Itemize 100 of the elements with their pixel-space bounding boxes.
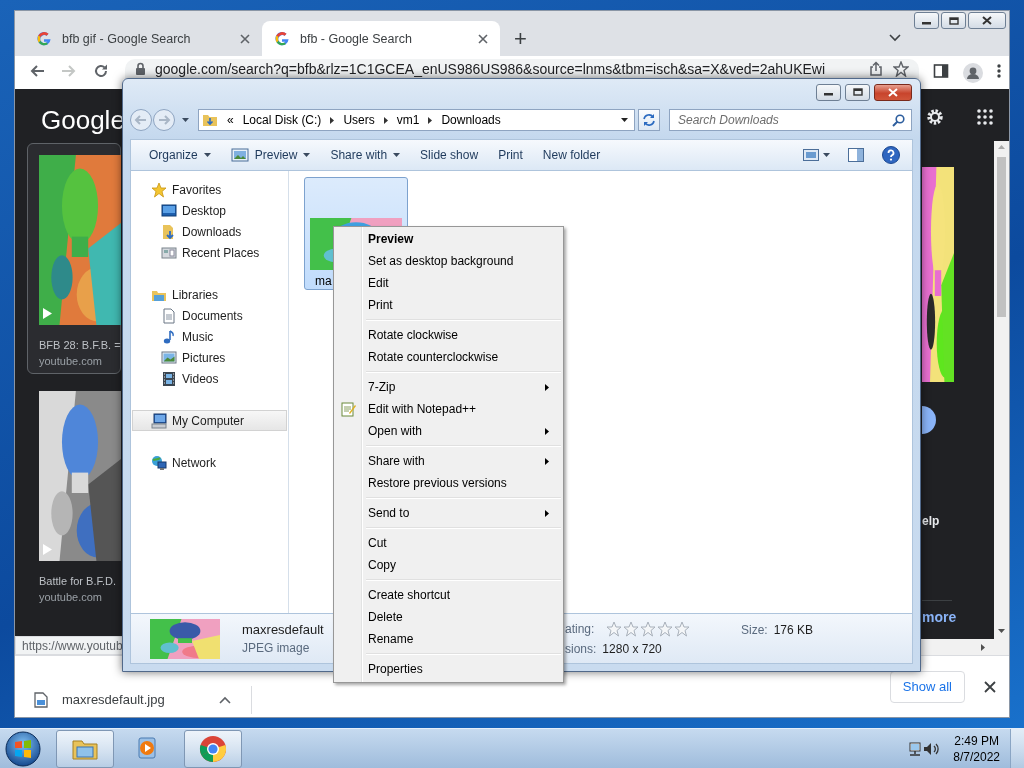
result-card[interactable]: BFB 28: B.F.B. = youtube.com [27,143,121,374]
network-icon[interactable] [907,740,924,757]
settings-icon[interactable] [926,108,944,126]
toolbar-button[interactable]: Share with [320,142,411,168]
help-icon[interactable] [882,146,900,164]
minimize-button[interactable] [816,83,841,101]
nav-item[interactable]: Pictures [132,347,287,368]
scrollbar[interactable] [994,141,1009,639]
menu-item[interactable]: Edit [336,272,561,294]
clock-date[interactable]: 8/7/2022 [953,748,1000,765]
nav-item[interactable]: Recent Places [132,242,287,263]
browser-tab[interactable]: bfb gif - Google Search [24,21,262,56]
star-icon[interactable] [893,61,909,77]
chevron-right-icon[interactable] [330,116,335,124]
star-icon[interactable] [674,620,691,637]
search-icon[interactable] [892,114,905,127]
chevron-right-icon[interactable] [428,116,433,124]
nav-item[interactable]: Favorites [132,179,287,200]
menu-item[interactable]: Share with [336,450,561,472]
start-button[interactable] [5,730,41,767]
star-icon[interactable] [623,620,640,637]
scrollbar-thumb[interactable] [997,157,1006,317]
apps-grid-icon[interactable] [977,109,993,125]
dropdown-icon[interactable] [621,118,628,122]
result-source: youtube.com [39,355,103,367]
star-icon[interactable] [606,620,623,637]
chevron-right-icon[interactable] [383,116,388,124]
toolbar-button[interactable]: Organize [139,142,221,168]
menu-item[interactable]: Create shortcut [336,584,561,606]
back-icon[interactable] [29,63,45,79]
refresh-button[interactable] [638,109,660,131]
menu-item[interactable]: Copy [336,554,561,576]
menu-item[interactable]: Cut [336,532,561,554]
scroll-right-icon[interactable] [981,643,985,651]
nav-item[interactable]: Music [132,326,287,347]
reload-icon[interactable] [93,63,109,79]
profile-icon[interactable] [963,63,983,83]
new-tab-button[interactable]: + [510,26,531,52]
nav-item[interactable]: My Computer [132,410,287,431]
maximize-button[interactable] [845,83,870,101]
chevron-down-icon[interactable] [889,34,901,42]
preview-pane-icon[interactable] [848,148,864,162]
caret-icon[interactable] [823,153,830,157]
toolbar-button[interactable]: Preview [220,142,321,168]
lock-icon [135,62,146,76]
close-icon[interactable] [238,31,252,46]
menu-item[interactable]: Rotate clockwise [336,324,561,346]
menu-item[interactable]: Rename [336,628,561,650]
download-item[interactable]: maxresdefault.jpg [34,685,252,714]
menu-item[interactable]: Send to [336,502,561,524]
nav-item[interactable]: Videos [132,368,287,389]
minimize-button[interactable] [914,12,939,29]
breadcrumb-item[interactable]: vm1 [396,113,420,127]
address-bar[interactable]: « Local Disk (C:) Users vm1 Downloads [198,109,635,131]
taskbar-button[interactable] [56,729,114,768]
menu-item[interactable]: Open with [336,420,561,442]
star-icon[interactable] [640,620,657,637]
close-button[interactable] [968,12,1006,29]
browser-tab[interactable]: bfb - Google Search [262,21,500,56]
taskbar-button[interactable] [184,729,242,768]
menu-item[interactable]: Set as desktop background [336,250,561,272]
menu-item[interactable]: 7-Zip [336,376,561,398]
menu-icon[interactable] [997,63,1001,79]
overflow-chevron[interactable]: « [227,113,234,127]
share-icon[interactable] [868,61,884,77]
breadcrumb-item[interactable]: Users [343,113,375,127]
close-icon[interactable] [983,679,997,694]
nav-item[interactable]: Downloads [132,221,287,242]
caret-icon[interactable] [182,118,189,122]
scroll-down-icon[interactable] [998,629,1005,633]
toolbar-button[interactable]: New folder [532,142,611,168]
address-bar[interactable]: google.com/search?q=bfb&rlz=1C1GCEA_enUS986US986&source=lnms&tbm=isch&sa=X&ved=2ahUKEwi [125,59,919,79]
nav-item[interactable]: Desktop [132,200,287,221]
toolbar-button[interactable]: Print [488,142,533,168]
nav-item[interactable]: Libraries [132,284,287,305]
menu-item[interactable]: Properties [336,658,561,680]
result-card[interactable]: Battle for B.F.D. youtube.com [27,379,121,610]
caret-up-icon[interactable] [219,695,231,704]
menu-item[interactable]: Preview [336,228,561,250]
menu-item[interactable]: Rotate counterclockwise [336,346,561,368]
toolbar-button[interactable]: Slide show [410,142,489,168]
side-panel-icon[interactable] [933,63,949,79]
close-icon[interactable] [476,31,490,46]
star-icon[interactable] [657,620,674,637]
close-button[interactable] [874,83,912,101]
submenu-arrow-icon [545,509,549,517]
google-logo[interactable]: Google [41,105,123,135]
maximize-button[interactable] [941,12,966,29]
breadcrumb-item[interactable]: Local Disk (C:) [242,113,322,127]
nav-item[interactable]: Network [132,452,287,473]
breadcrumb-item[interactable]: Downloads [441,113,501,127]
rating-stars[interactable] [606,620,691,637]
search-field[interactable]: Search Downloads [669,109,912,131]
nav-item[interactable]: Documents [132,305,287,326]
menu-item[interactable]: Restore previous versions [336,472,561,494]
menu-item[interactable]: Delete [336,606,561,628]
menu-item[interactable]: Print [336,294,561,316]
menu-item[interactable]: Edit with Notepad++ [336,398,561,420]
clock-time[interactable]: 2:49 PM [953,732,1000,749]
show-all-button[interactable]: Show all [889,670,965,703]
